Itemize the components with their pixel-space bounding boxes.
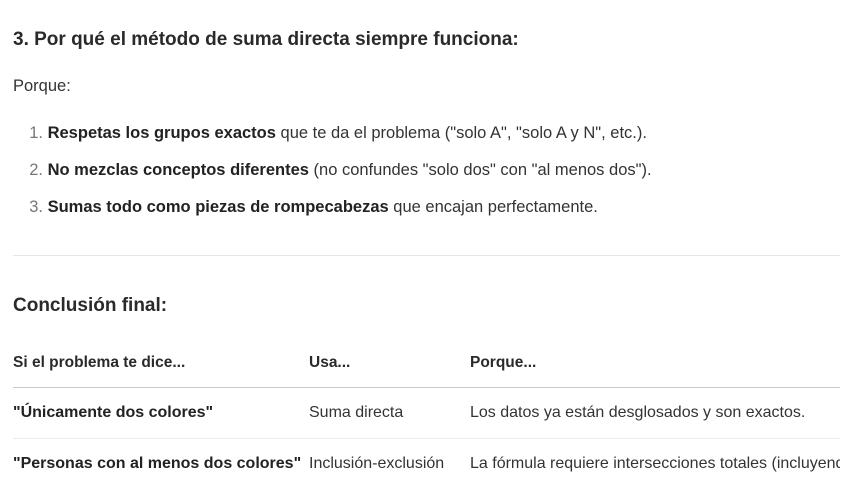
table-row: "Únicamente dos colores" Suma directa Lo… bbox=[13, 387, 840, 439]
table-cell: Los datos ya están desglosados y son exa… bbox=[470, 387, 840, 439]
table-header-cell: Si el problema te dice... bbox=[13, 339, 309, 388]
list-item: 1. Respetas los grupos exactos que te da… bbox=[13, 121, 840, 158]
table-header-row: Si el problema te dice... Usa... Porque.… bbox=[13, 339, 840, 388]
table-header-cell: Porque... bbox=[470, 339, 840, 388]
conclusion-table: Si el problema te dice... Usa... Porque.… bbox=[13, 339, 840, 488]
section-heading: 3. Por qué el método de suma directa sie… bbox=[13, 29, 519, 50]
list-item: 2. No mezclas conceptos diferentes (no c… bbox=[13, 158, 840, 195]
table-cell: "Personas con al menos dos colores" bbox=[13, 438, 309, 488]
list-number: 1. bbox=[29, 124, 43, 142]
list-item-text: que te da el problema ("solo A", "solo A… bbox=[275, 124, 647, 142]
list-item-text: (no confundes "solo dos" con "al menos d… bbox=[308, 161, 652, 179]
list-item-bold: No mezclas conceptos diferentes bbox=[47, 161, 309, 179]
table-row: "Personas con al menos dos colores" Incl… bbox=[13, 438, 840, 488]
intro-text: Porque: bbox=[13, 77, 71, 95]
list-number: 3. bbox=[29, 198, 43, 216]
section-divider bbox=[13, 255, 840, 256]
list-item-text: que encajan perfectamente. bbox=[388, 198, 598, 216]
list-item-bold: Sumas todo como piezas de rompecabezas bbox=[47, 198, 389, 216]
list-item: 3. Sumas todo como piezas de rompecabeza… bbox=[13, 195, 840, 232]
table-header-cell: Usa... bbox=[309, 339, 470, 388]
list-item-bold: Respetas los grupos exactos bbox=[47, 124, 276, 142]
table-cell: Suma directa bbox=[309, 387, 470, 439]
table-cell: Inclusión-exclusión bbox=[309, 438, 470, 488]
list-number: 2. bbox=[29, 161, 43, 179]
table-cell: "Únicamente dos colores" bbox=[13, 387, 309, 439]
conclusion-heading: Conclusión final: bbox=[13, 295, 168, 316]
reasons-list: 1. Respetas los grupos exactos que te da… bbox=[13, 121, 840, 232]
table-cell: La fórmula requiere intersecciones total… bbox=[470, 438, 840, 488]
